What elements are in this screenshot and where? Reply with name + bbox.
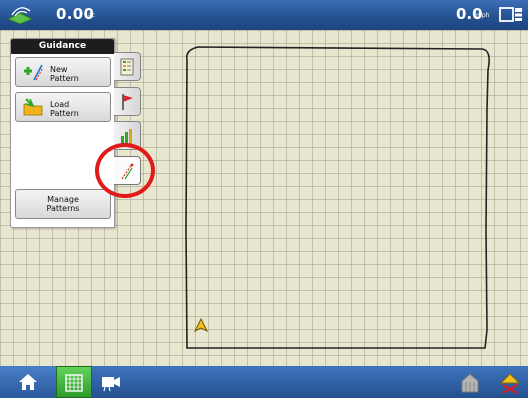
highlight-circle xyxy=(95,143,155,198)
screen-layout-icon[interactable] xyxy=(499,6,523,24)
manage-patterns-label-2: Patterns xyxy=(46,204,80,213)
warning-icon xyxy=(499,373,521,394)
load-pattern-button[interactable]: Load Pattern xyxy=(15,92,111,122)
field-list-icon xyxy=(120,58,134,76)
grain-bin-icon xyxy=(461,373,479,393)
manage-patterns-label-1: Manage xyxy=(47,195,79,204)
vehicle-position-icon xyxy=(194,318,208,332)
new-pattern-label-2: Pattern xyxy=(50,74,79,83)
gps-status-icon[interactable] xyxy=(6,5,38,25)
grain-bin-button[interactable] xyxy=(452,366,486,398)
top-status-bar: 0.00 ac 0.0 mph xyxy=(0,0,528,30)
load-pattern-label-1: Load xyxy=(50,100,70,109)
speed-unit: mph xyxy=(476,12,490,19)
home-icon xyxy=(19,374,37,390)
warning-button[interactable] xyxy=(492,366,526,398)
new-pattern-button[interactable]: New Pattern xyxy=(15,57,111,87)
home-button[interactable] xyxy=(0,366,56,398)
flag-icon xyxy=(122,94,133,110)
load-pattern-icon xyxy=(23,98,43,116)
new-pattern-label-1: New xyxy=(50,65,68,74)
tab-flags[interactable] xyxy=(114,87,141,116)
load-pattern-label-2: Pattern xyxy=(50,109,79,118)
guidance-panel: Guidance New Pattern Load Pattern Manage… xyxy=(10,38,115,228)
area-unit: ac xyxy=(88,12,95,19)
manage-patterns-button[interactable]: Manage Patterns xyxy=(15,189,111,219)
bottom-nav-bar xyxy=(0,366,528,398)
camera-button[interactable] xyxy=(94,366,130,398)
map-view-button[interactable] xyxy=(56,366,92,398)
camera-icon xyxy=(102,377,120,392)
new-pattern-icon xyxy=(24,64,44,81)
tab-field-list[interactable] xyxy=(114,52,141,81)
map-grid-icon xyxy=(65,374,83,392)
guidance-title: Guidance xyxy=(11,39,114,54)
